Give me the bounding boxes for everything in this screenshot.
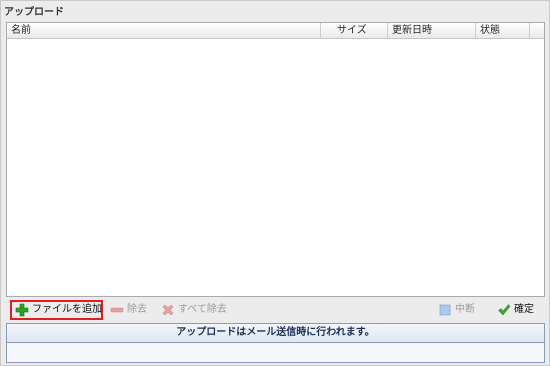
column-size[interactable]: サイズ [321,23,388,38]
column-name[interactable]: 名前 [7,23,321,38]
stop-label: 中断 [455,304,475,315]
stop-icon [438,303,452,317]
cross-icon [161,303,175,317]
minus-icon [110,303,124,317]
column-modified[interactable]: 更新日時 [388,23,476,38]
plus-icon [15,303,29,317]
column-filler [530,23,546,38]
file-list[interactable] [7,39,544,296]
stop-button[interactable]: 中断 [435,300,478,320]
progress-area [6,343,545,363]
add-file-label: ファイルを追加 [32,304,102,315]
column-status[interactable]: 状態 [476,23,530,38]
upload-panel: アップロード 名前 サイズ 更新日時 状態 ファイルを追加 除去 すべて除去 中… [0,0,550,366]
confirm-button[interactable]: 確定 [494,300,537,320]
upload-toolbar: ファイルを追加 除去 すべて除去 中断 確定 [6,298,545,322]
checkmark-icon [497,303,511,317]
file-grid: 名前 サイズ 更新日時 状態 [6,22,545,297]
confirm-label: 確定 [514,304,534,315]
remove-all-button[interactable]: すべて除去 [158,300,230,320]
grid-header: 名前 サイズ 更新日時 状態 [7,23,544,39]
remove-label: 除去 [127,304,147,315]
remove-button[interactable]: 除去 [107,300,150,320]
remove-all-label: すべて除去 [178,304,227,315]
panel-title: アップロード [4,7,64,18]
upload-info-message: アップロードはメール送信時に行われます。 [6,323,545,343]
add-file-button[interactable]: ファイルを追加 [10,300,103,320]
